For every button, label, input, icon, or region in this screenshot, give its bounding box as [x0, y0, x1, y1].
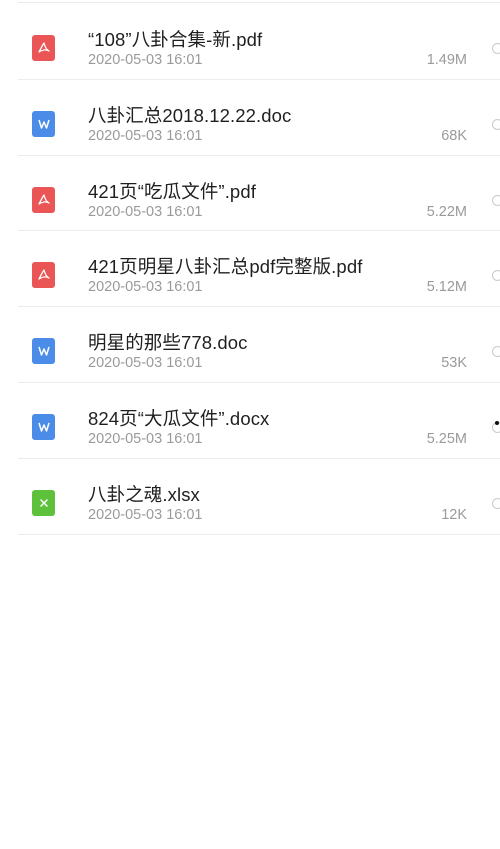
- file-row[interactable]: 明星的那些778.doc 2020-05-03 16:01 53K: [0, 307, 500, 383]
- excel-file-icon: [32, 489, 55, 516]
- file-date: 2020-05-03 16:01: [88, 279, 203, 296]
- file-name: 八卦汇总2018.12.22.doc: [88, 104, 292, 126]
- pdf-file-icon: [32, 186, 55, 213]
- row-divider: [18, 533, 500, 535]
- file-size: 53K: [441, 355, 467, 372]
- select-radio[interactable]: [492, 194, 500, 206]
- file-size: 1.49M: [426, 52, 467, 68]
- file-row[interactable]: “108”八卦合集-新.pdf 2020-05-03 16:01 1.49M: [0, 4, 500, 80]
- file-row[interactable]: 八卦汇总2018.12.22.doc 2020-05-03 16:01 68K: [0, 80, 500, 156]
- file-row[interactable]: 八卦之魂.xlsx 2020-05-03 16:01 12K: [0, 459, 500, 535]
- file-size: 5.25M: [426, 430, 467, 447]
- file-name: 明星的那些778.doc: [88, 332, 248, 354]
- pdf-file-icon: [32, 262, 55, 289]
- file-name: 421页明星八卦汇总pdf完整版.pdf: [88, 256, 363, 278]
- file-size: 12K: [441, 506, 467, 523]
- select-radio[interactable]: [492, 497, 500, 509]
- file-row[interactable]: 421页明星八卦汇总pdf完整版.pdf 2020-05-03 16:01 5.…: [0, 231, 500, 308]
- file-date: 2020-05-03 16:01: [88, 430, 203, 447]
- file-date: 2020-05-03 16:01: [88, 127, 203, 144]
- select-radio[interactable]: [492, 43, 500, 54]
- file-date: 2020-05-03 16:01: [88, 355, 203, 372]
- file-name: 421页“吃瓜文件”.pdf: [88, 180, 256, 202]
- file-name: 824页“大瓜文件”.docx: [88, 407, 270, 429]
- file-name: “108”八卦合集-新.pdf: [88, 29, 263, 50]
- select-radio[interactable]: [492, 270, 500, 282]
- stray-dot: [495, 421, 499, 425]
- file-row[interactable]: 421页“吃瓜文件”.pdf 2020-05-03 16:01 5.22M: [0, 156, 500, 232]
- file-name: 八卦之魂.xlsx: [88, 483, 200, 505]
- file-date: 2020-05-03 16:01: [88, 203, 203, 220]
- file-date: 2020-05-03 16:01: [88, 52, 203, 68]
- word-file-icon: [32, 413, 55, 440]
- file-list: “108”八卦合集-新.pdf 2020-05-03 16:01 1.49M 八…: [0, 4, 500, 535]
- word-file-icon: [32, 338, 55, 365]
- file-date: 2020-05-03 16:01: [88, 506, 203, 523]
- file-size: 5.12M: [426, 279, 467, 296]
- file-size: 68K: [441, 127, 467, 144]
- file-row[interactable]: 824页“大瓜文件”.docx 2020-05-03 16:01 5.25M: [0, 383, 500, 459]
- pdf-file-icon: [32, 35, 55, 61]
- word-file-icon: [32, 110, 55, 137]
- file-size: 5.22M: [426, 203, 467, 220]
- select-radio[interactable]: [492, 118, 500, 130]
- select-radio[interactable]: [492, 346, 500, 358]
- top-divider: [18, 2, 500, 3]
